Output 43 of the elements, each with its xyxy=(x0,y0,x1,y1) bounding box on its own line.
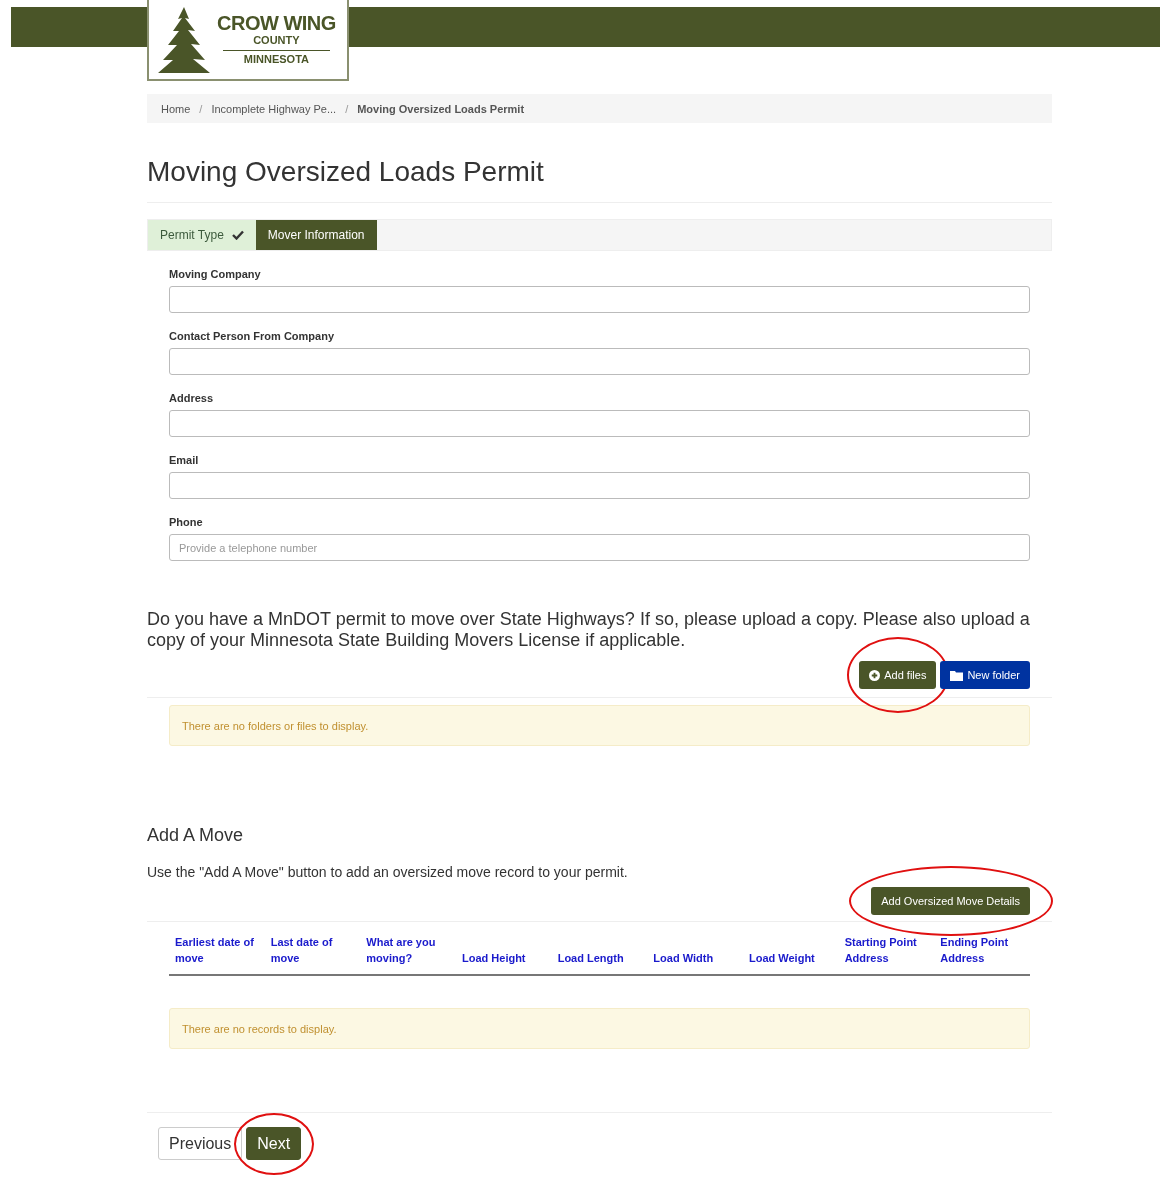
page-title: Moving Oversized Loads Permit xyxy=(147,156,1052,203)
text-field[interactable] xyxy=(169,286,1030,313)
empty-records-alert: There are no records to display. xyxy=(169,1008,1030,1049)
text-field[interactable] xyxy=(169,348,1030,375)
column-header[interactable]: Last date of move xyxy=(264,934,361,966)
next-button[interactable]: Next xyxy=(246,1127,302,1160)
folder-icon xyxy=(950,669,964,681)
column-header[interactable]: Load Height xyxy=(456,950,552,966)
breadcrumb-link[interactable]: Moving Oversized Loads Permit xyxy=(357,102,525,115)
column-header[interactable]: Ending Point Address xyxy=(934,934,1030,966)
add-files-button[interactable]: Add files xyxy=(859,661,937,689)
logo-title: CROW WING xyxy=(217,12,336,34)
section-hint: Use the "Add A Move" button to add an oversized move record to your permit. xyxy=(147,864,629,880)
field-label: Phone xyxy=(169,516,204,528)
field-label: Email xyxy=(169,454,200,466)
previous-button[interactable]: Previous xyxy=(158,1127,243,1160)
breadcrumb-separator: / xyxy=(198,102,204,115)
check-icon xyxy=(231,230,244,240)
breadcrumb-separator: / xyxy=(344,102,350,115)
column-header[interactable]: Load Weight xyxy=(743,950,839,966)
field-label: Address xyxy=(169,392,215,404)
step-tab[interactable]: Permit Type xyxy=(148,220,256,250)
column-header[interactable]: Load Length xyxy=(551,950,648,966)
field-label: Contact Person From Company xyxy=(169,330,336,342)
plus-circle-icon xyxy=(869,669,881,681)
logo-state: MINNESOTA xyxy=(243,52,309,67)
section-heading: Add A Move xyxy=(147,825,245,846)
column-header[interactable]: Load Width xyxy=(647,950,743,966)
field-label: Moving Company xyxy=(169,268,262,280)
upload-question: Do you have a MnDOT permit to move over State Highways? If so, please upload a copy. Please also upload a copy of your Minnesota State Building Movers License if applicable. xyxy=(147,609,1031,651)
column-header[interactable]: Earliest date of move xyxy=(169,934,265,966)
breadcrumb-link[interactable]: Home xyxy=(161,102,191,115)
text-field[interactable]: Provide a telephone number xyxy=(169,534,1030,561)
breadcrumb-link[interactable]: Incomplete Highway Pe... xyxy=(211,102,337,115)
new-folder-button[interactable]: New folder xyxy=(940,661,1030,689)
column-header[interactable]: What are you moving? xyxy=(360,934,456,966)
column-header[interactable]: Starting Point Address xyxy=(838,934,935,966)
logo-subtitle: COUNTY xyxy=(223,34,330,51)
add-move-button[interactable]: Add Oversized Move Details xyxy=(871,887,1030,915)
text-field[interactable] xyxy=(169,410,1030,437)
text-field[interactable] xyxy=(169,472,1030,499)
step-tab[interactable]: Mover Information xyxy=(255,220,377,250)
empty-files-alert: There are no folders or files to display. xyxy=(169,705,1030,746)
